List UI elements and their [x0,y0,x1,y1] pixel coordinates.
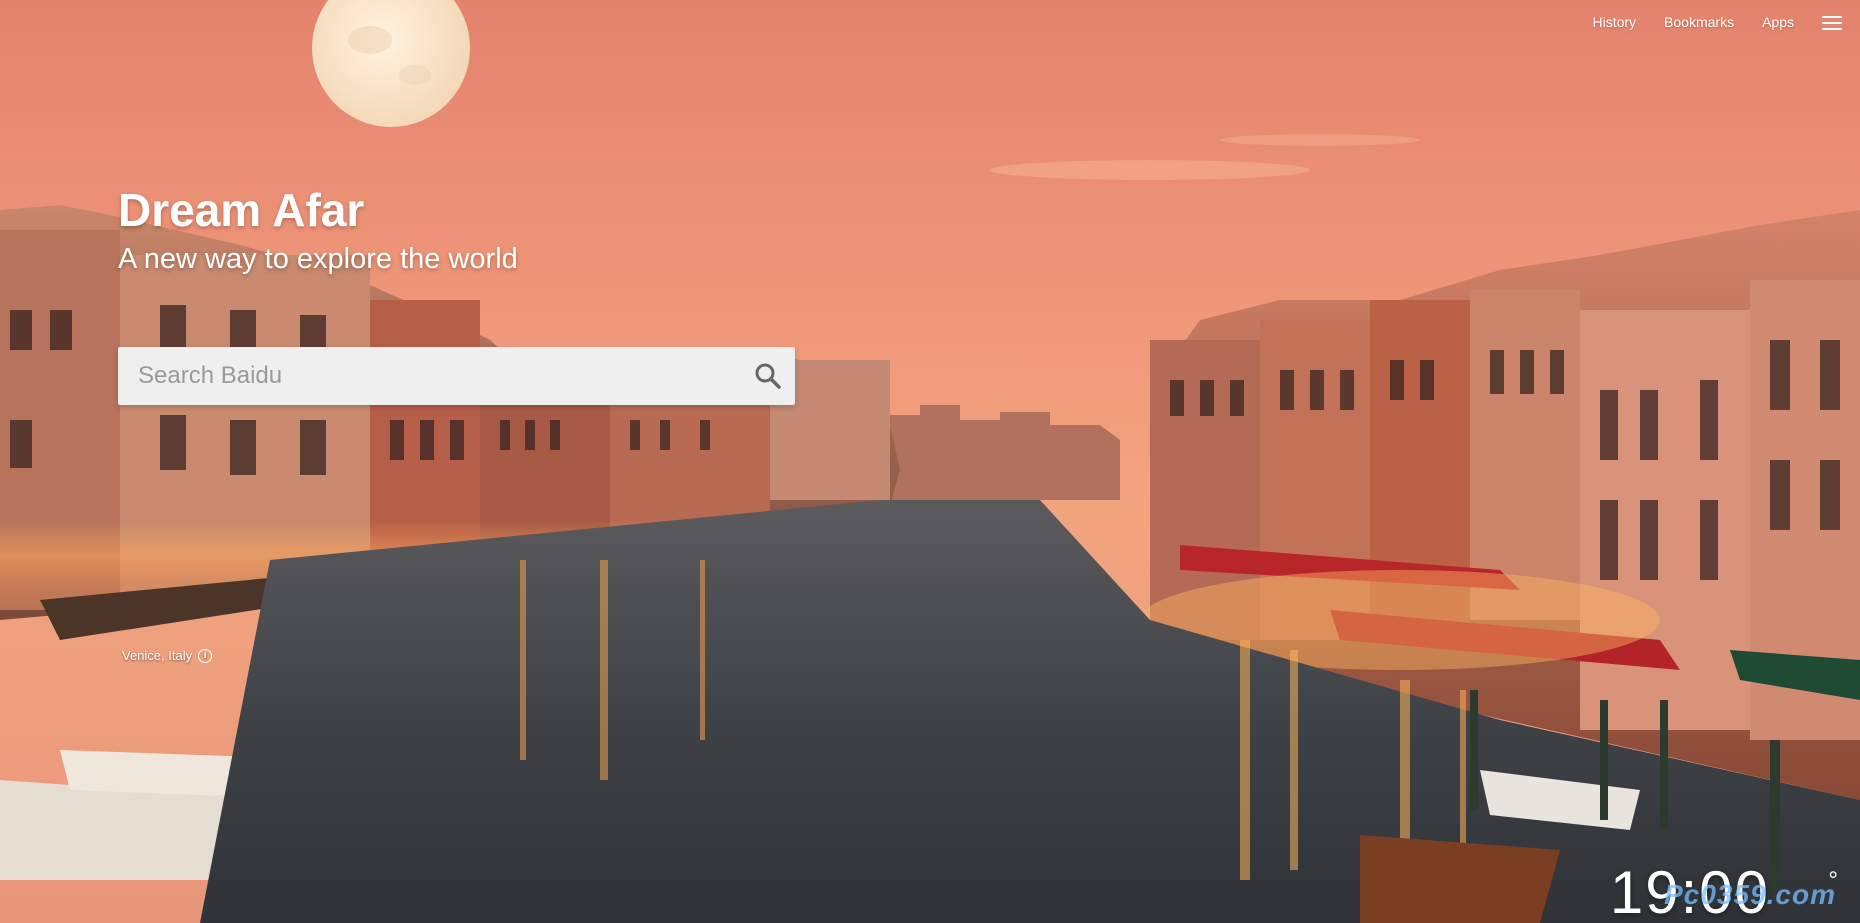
search-button[interactable] [753,361,783,391]
history-link[interactable]: History [1592,13,1636,31]
menu-bar [1822,16,1842,18]
apps-link[interactable]: Apps [1762,13,1794,31]
photo-location[interactable]: Venice, Italy i [122,648,213,663]
background-photo [0,0,1860,923]
search-box [118,347,795,405]
search-icon [755,363,781,389]
menu-bar [1822,22,1842,24]
bookmarks-link[interactable]: Bookmarks [1664,13,1734,31]
page-title: Dream Afar [118,184,365,236]
info-icon[interactable]: i [198,648,213,663]
search-input[interactable] [118,347,738,405]
top-nav: History Bookmarks Apps [1564,13,1842,31]
new-tab-page: History Bookmarks Apps Dream Afar A new … [0,0,1860,923]
menu-bar [1822,28,1842,30]
hamburger-menu-icon[interactable] [1822,14,1842,30]
watermark-logo: Pc0359.com [1664,879,1836,910]
location-label: Venice, Italy [122,648,193,663]
page-subtitle: A new way to explore the world [118,243,518,275]
